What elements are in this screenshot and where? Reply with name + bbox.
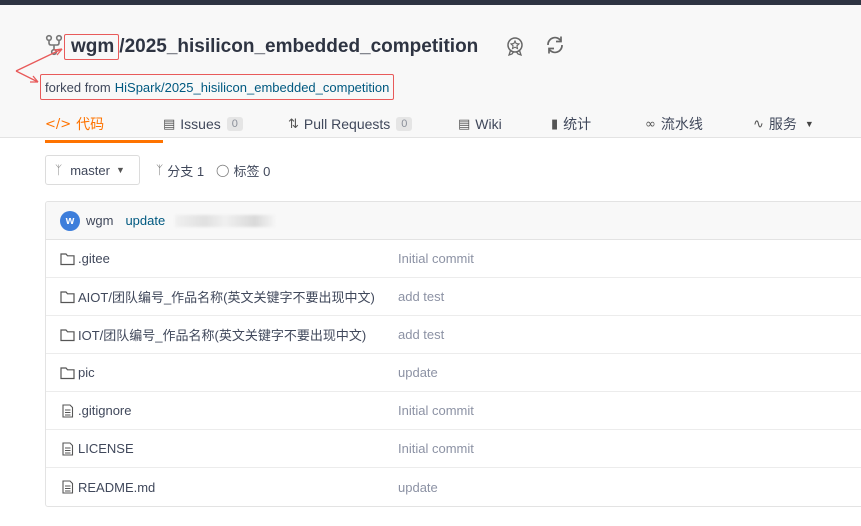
branch-meta: ᛉ 分支 1 ◯ 标签 0 — [156, 155, 270, 185]
file-commit-message[interactable]: update — [398, 480, 438, 495]
tags-link[interactable]: 标签 0 — [233, 161, 270, 180]
tab-service[interactable]: ∿ 服务 ▼ — [753, 105, 833, 143]
blurred-commit-info — [175, 214, 276, 227]
pull-request-icon: ⇅ — [288, 116, 299, 132]
stats-icon: ▮ — [551, 116, 559, 132]
repo-header: wgm / 2025_hisilicon_embedded_competitio… — [0, 5, 861, 143]
file-name[interactable]: AIOT/团队编号_作品名称(英文关键字不要出现中文) — [78, 287, 375, 306]
tab-code[interactable]: </> 代码 — [45, 105, 163, 143]
award-icon[interactable] — [504, 35, 526, 57]
commit-author[interactable]: wgm — [86, 213, 113, 228]
fork-icon — [45, 34, 63, 56]
tab-pipeline[interactable]: ∞ 流水线 — [645, 105, 753, 143]
file-commit-message[interactable]: Initial commit — [398, 441, 474, 456]
forked-source-link[interactable]: HiSpark/2025_hisilicon_embedded_competit… — [115, 80, 390, 95]
branches-link[interactable]: 分支 1 — [167, 161, 204, 180]
file-commit-message[interactable]: add test — [398, 327, 444, 342]
chevron-down-icon: ▼ — [115, 165, 125, 175]
branches-icon: ᛉ — [156, 163, 164, 177]
avatar[interactable]: w — [60, 210, 80, 231]
file-icon — [62, 404, 74, 418]
repo-name-link[interactable]: 2025_hisilicon_embedded_competition — [125, 36, 479, 58]
file-commit-message[interactable]: Initial commit — [398, 251, 474, 266]
table-row[interactable]: README.md update — [46, 468, 861, 506]
tag-icon: ◯ — [216, 163, 230, 177]
file-commit-message[interactable]: Initial commit — [398, 403, 474, 418]
pipeline-icon: ∞ — [645, 116, 656, 132]
file-name[interactable]: .gitignore — [78, 403, 131, 418]
file-commit-message[interactable]: add test — [398, 289, 444, 304]
branch-icon: ᛉ — [55, 163, 63, 177]
wiki-icon: ▤ — [458, 116, 471, 132]
repo-title: wgm / 2025_hisilicon_embedded_competitio… — [64, 32, 478, 62]
table-row[interactable]: pic update — [46, 354, 861, 392]
file-name[interactable]: LICENSE — [78, 441, 134, 456]
folder-icon — [60, 367, 75, 380]
commit-message[interactable]: update — [125, 213, 165, 228]
service-icon: ∿ — [753, 116, 764, 132]
code-icon: </> — [45, 116, 72, 132]
chevron-down-icon: ▼ — [804, 119, 814, 129]
file-name[interactable]: README.md — [78, 480, 155, 495]
repo-tabs: </> 代码 ▤ Issues 0 ⇅ Pull Requests 0 ▤ Wi… — [45, 105, 833, 143]
latest-commit-bar: w wgm update — [46, 202, 861, 240]
tab-issues[interactable]: ▤ Issues 0 — [163, 105, 288, 143]
file-name[interactable]: IOT/团队编号_作品名称(英文关键字不要出现中文) — [78, 325, 366, 344]
file-name[interactable]: .gitee — [78, 251, 110, 266]
repo-owner-link[interactable]: wgm — [64, 34, 120, 60]
tab-wiki[interactable]: ▤ Wiki — [458, 105, 551, 143]
pull-requests-count-badge: 0 — [396, 117, 413, 131]
file-icon — [62, 480, 74, 494]
folder-icon — [60, 291, 75, 304]
file-name[interactable]: pic — [78, 365, 95, 380]
file-commit-message[interactable]: update — [398, 365, 438, 380]
forked-from: forked from HiSpark/2025_hisilicon_embed… — [40, 74, 395, 100]
file-icon — [62, 442, 74, 456]
branch-select[interactable]: ᛉ master ▼ — [45, 155, 140, 185]
file-list: w wgm update .gitee Initial commit AIOT/… — [45, 201, 861, 507]
forked-from-label: forked from — [45, 79, 111, 95]
table-row[interactable]: LICENSE Initial commit — [46, 430, 861, 468]
table-row[interactable]: AIOT/团队编号_作品名称(英文关键字不要出现中文) add test — [46, 278, 861, 316]
tab-pull-requests[interactable]: ⇅ Pull Requests 0 — [288, 105, 458, 143]
table-row[interactable]: .gitee Initial commit — [46, 240, 861, 278]
folder-icon — [60, 329, 75, 342]
sync-icon[interactable] — [543, 33, 567, 57]
issues-count-badge: 0 — [226, 117, 243, 131]
issues-icon: ▤ — [163, 116, 176, 132]
table-row[interactable]: .gitignore Initial commit — [46, 392, 861, 430]
folder-icon — [60, 253, 75, 266]
tab-stats[interactable]: ▮ 统计 — [551, 105, 645, 143]
table-row[interactable]: IOT/团队编号_作品名称(英文关键字不要出现中文) add test — [46, 316, 861, 354]
